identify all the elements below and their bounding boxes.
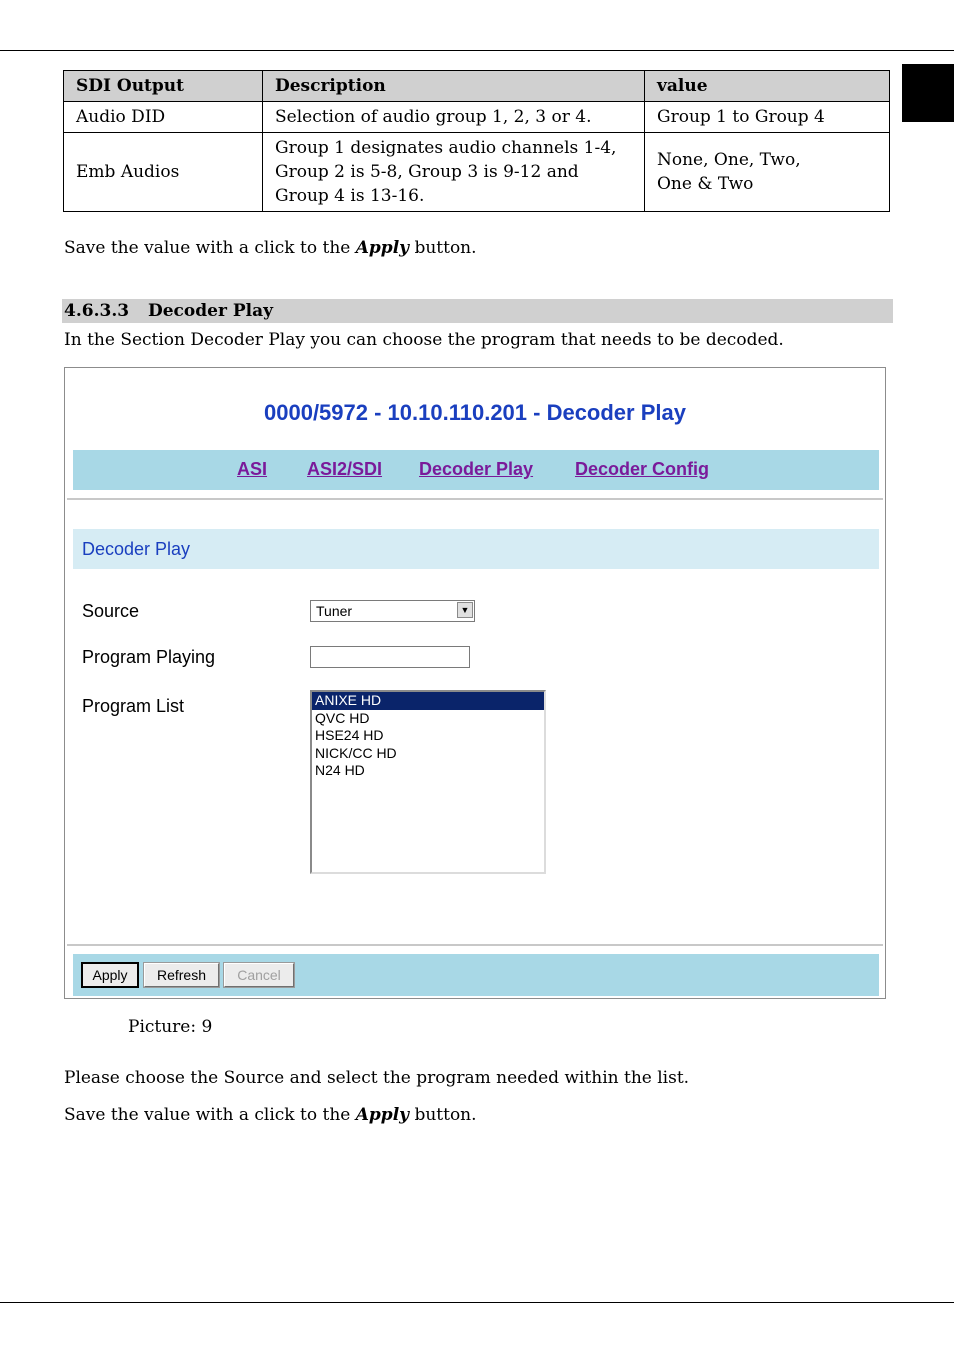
header-rule xyxy=(0,50,954,51)
section-number: 4.6.3.3 xyxy=(64,301,130,321)
nav-link-asi[interactable]: ASI xyxy=(237,459,267,480)
sdi-output-table: SDI Output Description value Audio DID S… xyxy=(63,70,890,212)
source-select[interactable]: Tuner ▼ xyxy=(310,600,475,622)
cell-description: Group 1 designates audio channels 1-4, G… xyxy=(262,132,645,212)
cell-value: Group 1 to Group 4 xyxy=(644,101,890,133)
choose-instruction: Please choose the Source and select the … xyxy=(64,1068,690,1088)
source-label: Source xyxy=(82,601,140,621)
section-bar: Decoder Play xyxy=(73,529,879,569)
text-run: Save the value with a click to the xyxy=(64,1105,356,1125)
cell-line: Group 1 designates audio channels 1-4, xyxy=(275,138,617,158)
picture-caption: Picture: 9 xyxy=(128,1017,213,1037)
cancel-button[interactable]: Cancel xyxy=(223,962,295,988)
chevron-down-icon[interactable]: ▼ xyxy=(457,602,473,618)
footer-rule xyxy=(0,1302,954,1303)
source-select-value: Tuner xyxy=(316,603,353,619)
apply-emphasis: Apply xyxy=(355,1105,410,1125)
web-page-title: 0000/5972 - 10.10.110.201 - Decoder Play xyxy=(264,400,686,425)
cell-output: Audio DID xyxy=(63,101,263,133)
cell-output: Emb Audios xyxy=(63,132,263,212)
section-intro: In the Section Decoder Play you can choo… xyxy=(64,330,784,350)
list-item[interactable]: N24 HD xyxy=(312,762,544,780)
section-title: Decoder Play xyxy=(148,301,273,321)
table-row: Audio DID Selection of audio group 1, 2,… xyxy=(63,101,890,133)
program-listbox[interactable]: ANIXE HD QVC HD HSE24 HD NICK/CC HD N24 … xyxy=(310,690,546,874)
cell-line: One & Two xyxy=(657,174,754,194)
nav-link-decoder-play[interactable]: Decoder Play xyxy=(419,459,533,480)
table-row: Emb Audios Group 1 designates audio chan… xyxy=(63,132,890,212)
nav-bar: ASI ASI2/SDI Decoder Play Decoder Config xyxy=(73,450,879,490)
decoder-play-screenshot: 0000/5972 - 10.10.110.201 - Decoder Play… xyxy=(64,367,886,999)
cell-line: Group 4 is 13-16. xyxy=(275,186,425,206)
list-item[interactable]: NICK/CC HD xyxy=(312,745,544,763)
cell-value: None, One, Two, One & Two xyxy=(644,132,890,212)
cell-line: Group 2 is 5-8, Group 3 is 9-12 and xyxy=(275,162,579,182)
nav-link-asi2-sdi[interactable]: ASI2/SDI xyxy=(307,459,382,480)
column-header-description: Description xyxy=(262,70,645,102)
list-item[interactable]: QVC HD xyxy=(312,710,544,728)
apply-button[interactable]: Apply xyxy=(81,962,139,988)
text-run: button. xyxy=(409,238,477,258)
nav-link-decoder-config[interactable]: Decoder Config xyxy=(575,459,709,480)
list-item[interactable]: HSE24 HD xyxy=(312,727,544,745)
cell-line: None, One, Two, xyxy=(657,150,801,170)
program-playing-label: Program Playing xyxy=(82,647,216,667)
cell-line: Group 1 to Group 4 xyxy=(657,107,825,127)
button-bar: Apply Refresh Cancel xyxy=(73,954,879,996)
section-bar-title: Decoder Play xyxy=(82,539,191,559)
program-playing-field[interactable] xyxy=(310,646,470,668)
column-header-value: value xyxy=(644,70,890,102)
chapter-tab-marker xyxy=(902,64,954,122)
table-header-row: SDI Output Description value xyxy=(63,70,890,102)
text-run: Save the value with a click to the xyxy=(64,238,356,258)
cell-line: Selection of audio group 1, 2, 3 or 4. xyxy=(275,107,592,127)
list-item[interactable]: ANIXE HD xyxy=(312,692,544,710)
divider xyxy=(67,498,883,500)
program-list-label: Program List xyxy=(82,696,185,716)
cell-description: Selection of audio group 1, 2, 3 or 4. xyxy=(262,101,645,133)
section-heading: 4.6.3.3 Decoder Play xyxy=(62,299,893,323)
refresh-button[interactable]: Refresh xyxy=(143,962,220,988)
column-header-sdi-output: SDI Output xyxy=(63,70,263,102)
divider xyxy=(67,944,883,946)
text-run: button. xyxy=(409,1105,477,1125)
save-instruction-2: Save the value with a click to the Apply… xyxy=(64,1105,477,1125)
save-instruction-1: Save the value with a click to the Apply… xyxy=(64,238,477,258)
apply-emphasis: Apply xyxy=(355,238,410,258)
